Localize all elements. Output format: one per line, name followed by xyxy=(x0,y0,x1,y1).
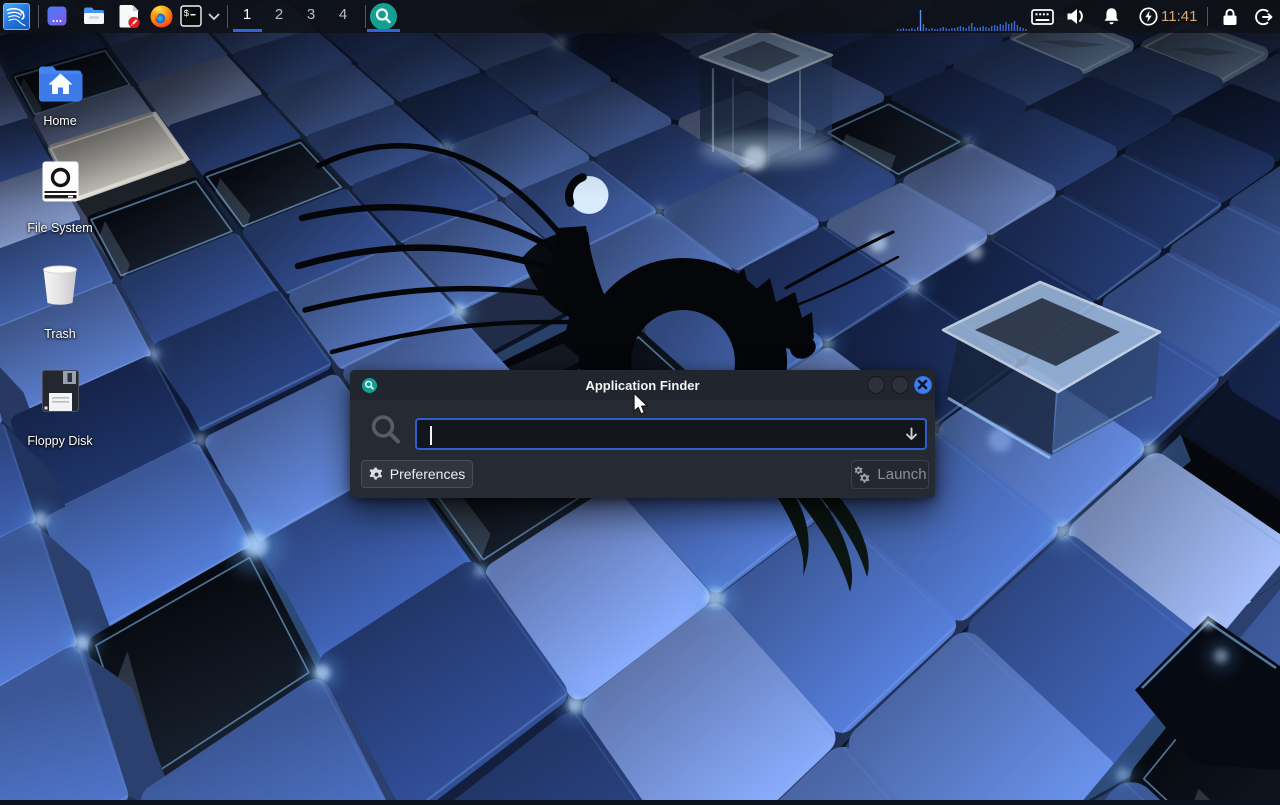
svg-text:$: $ xyxy=(184,8,190,19)
